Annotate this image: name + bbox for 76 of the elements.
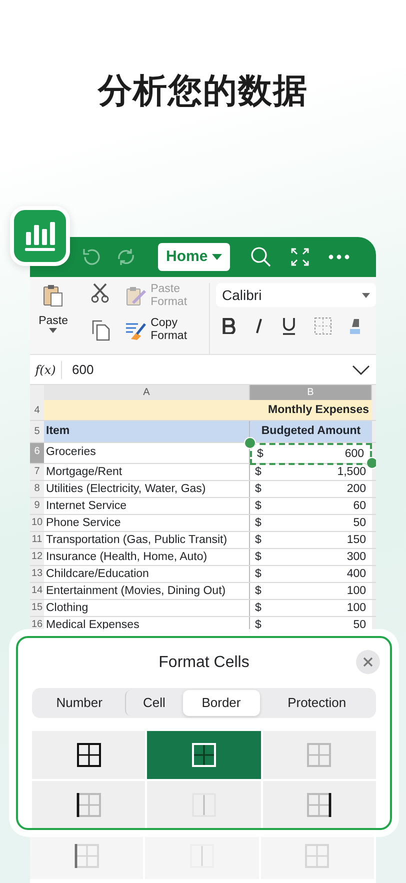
table-cell: Insurance (Health, Home, Auto) xyxy=(44,549,250,565)
border-icon xyxy=(306,792,332,818)
scissors-icon[interactable] xyxy=(90,283,109,303)
border-icon xyxy=(76,792,102,818)
selection-handle[interactable] xyxy=(244,437,256,449)
table-cell: Mortgage/Rent xyxy=(44,464,250,480)
paste-button[interactable]: Paste xyxy=(38,315,68,333)
copy-icon[interactable] xyxy=(90,319,110,341)
table-cell[interactable]: $ 150 xyxy=(250,532,372,548)
close-button[interactable] xyxy=(356,650,380,674)
formula-value[interactable]: 600 xyxy=(62,360,352,380)
caret-icon xyxy=(212,254,222,260)
home-menu-button[interactable]: Home xyxy=(158,243,230,271)
italic-icon[interactable] xyxy=(254,318,264,334)
close-icon xyxy=(363,657,373,667)
row-number: 15 xyxy=(30,600,44,616)
dialog-title: Format Cells xyxy=(158,653,250,673)
highlighter-icon[interactable] xyxy=(350,317,360,335)
app-icon xyxy=(10,206,70,266)
clipboard-icon[interactable] xyxy=(42,283,64,307)
table-cell: Transportation (Gas, Public Transit) xyxy=(44,532,250,548)
tab[interactable]: Number xyxy=(34,690,125,716)
row-number: 9 xyxy=(30,498,44,514)
paste-format-icon xyxy=(124,285,147,307)
sheet-title: Monthly Expenses xyxy=(44,400,372,420)
column-heading: Budgeted Amount xyxy=(250,421,372,442)
table-cell: Internet Service xyxy=(44,498,250,514)
row-number: 13 xyxy=(30,566,44,582)
tab[interactable]: Protection xyxy=(260,690,374,716)
row-number: 10 xyxy=(30,515,44,531)
table-cell: Childcare/Education xyxy=(44,566,250,582)
row-number: 8 xyxy=(30,481,44,497)
row-number: 6 xyxy=(30,443,44,463)
tab[interactable]: Border xyxy=(182,690,260,716)
caret-icon xyxy=(362,292,370,298)
table-cell[interactable]: $ 100 xyxy=(250,583,372,599)
table-cell[interactable]: $ 200 xyxy=(250,481,372,497)
row-number: 7 xyxy=(30,464,44,480)
caret-icon xyxy=(49,328,58,333)
expand-icon[interactable] xyxy=(290,247,310,267)
more-icon[interactable] xyxy=(328,254,350,260)
headline: 分析您的数据 xyxy=(96,70,309,113)
borders-icon[interactable] xyxy=(314,317,332,335)
border-icon xyxy=(76,742,102,768)
row-number: 12 xyxy=(30,549,44,565)
table-cell[interactable]: $ 300 xyxy=(250,549,372,565)
copy-format-button[interactable]: Copy Format xyxy=(124,317,201,343)
table-cell[interactable]: $ 100 xyxy=(250,600,372,616)
function-label: f(x) xyxy=(30,360,62,378)
border-icon xyxy=(306,742,332,768)
column-heading: Item xyxy=(44,421,250,442)
underline-icon[interactable] xyxy=(282,317,296,335)
border-icon xyxy=(74,843,100,869)
table-cell[interactable]: $ 400 xyxy=(250,566,372,582)
row-number: 4 xyxy=(30,400,44,420)
table-cell: Utilities (Electricity, Water, Gas) xyxy=(44,481,250,497)
table-cell[interactable]: $ 50 xyxy=(250,515,372,531)
font-select[interactable]: Calibri xyxy=(216,283,376,307)
table-cell: Clothing xyxy=(44,600,250,616)
border-icon xyxy=(188,843,215,869)
border-option[interactable] xyxy=(32,731,146,779)
row-number: 5 xyxy=(30,421,44,442)
table-cell[interactable]: $ 60 xyxy=(250,498,372,514)
table-cell: Entertainment (Movies, Dining Out) xyxy=(44,583,250,599)
border-icon xyxy=(304,843,330,869)
border-icon xyxy=(190,792,217,818)
search-icon[interactable] xyxy=(250,246,272,268)
table-cell[interactable]: $ 50 xyxy=(250,617,372,633)
table-cell: Phone Service xyxy=(44,515,250,531)
table-cell[interactable]: $ 1,500 xyxy=(250,464,372,480)
chevron-down-icon[interactable] xyxy=(352,364,370,374)
bold-icon[interactable] xyxy=(222,318,236,334)
border-icon xyxy=(190,742,217,768)
row-number: 14 xyxy=(30,583,44,599)
row-number: 11 xyxy=(30,532,44,548)
selection-handle[interactable] xyxy=(366,457,376,469)
